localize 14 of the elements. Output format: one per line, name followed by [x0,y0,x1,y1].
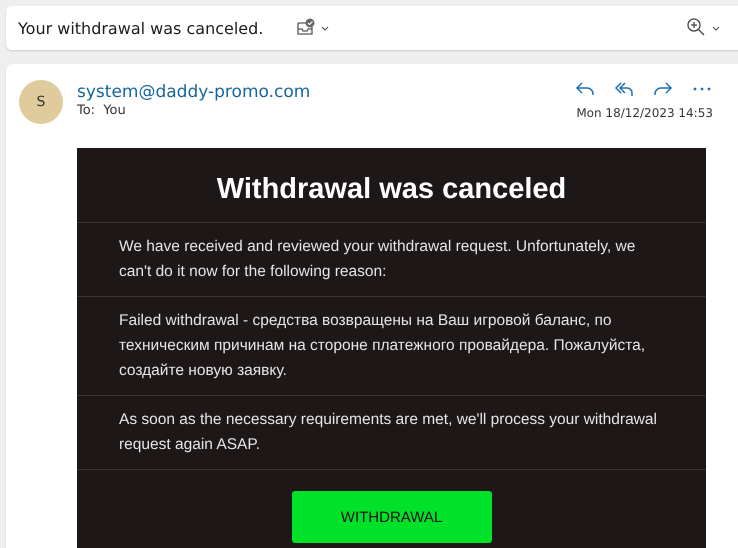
message-date: Mon 18/12/2023 14:53 [576,106,713,120]
email-subject: Your withdrawal was canceled. [18,18,264,38]
email-paragraph: We have received and reviewed your withdrawal request. Unfortunately, we can't do it now for the following reason: [119,237,636,282]
sender-avatar: S [19,80,63,124]
email-paragraph: As soon as the necessary requirements are met, we'll process your withdrawal request again ASAP. [119,410,658,455]
forward-icon[interactable] [652,80,674,98]
email-heading: Withdrawal was canceled [77,148,706,223]
recipient-line: To: You [77,103,127,118]
reply-all-icon[interactable] [613,80,635,98]
sender-address[interactable]: system@daddy-promo.com [77,82,310,102]
email-paragraph: Failed withdrawal - средства возвращены на Ваш игровой баланс, по техническим причинам на стороне платежного провайдера. Пожалуйста, создайте новую заявку. [119,311,646,381]
zoom-icon[interactable] [686,18,722,38]
withdrawal-button[interactable]: WITHDRAWAL [292,491,492,543]
reply-icon[interactable] [574,80,596,98]
